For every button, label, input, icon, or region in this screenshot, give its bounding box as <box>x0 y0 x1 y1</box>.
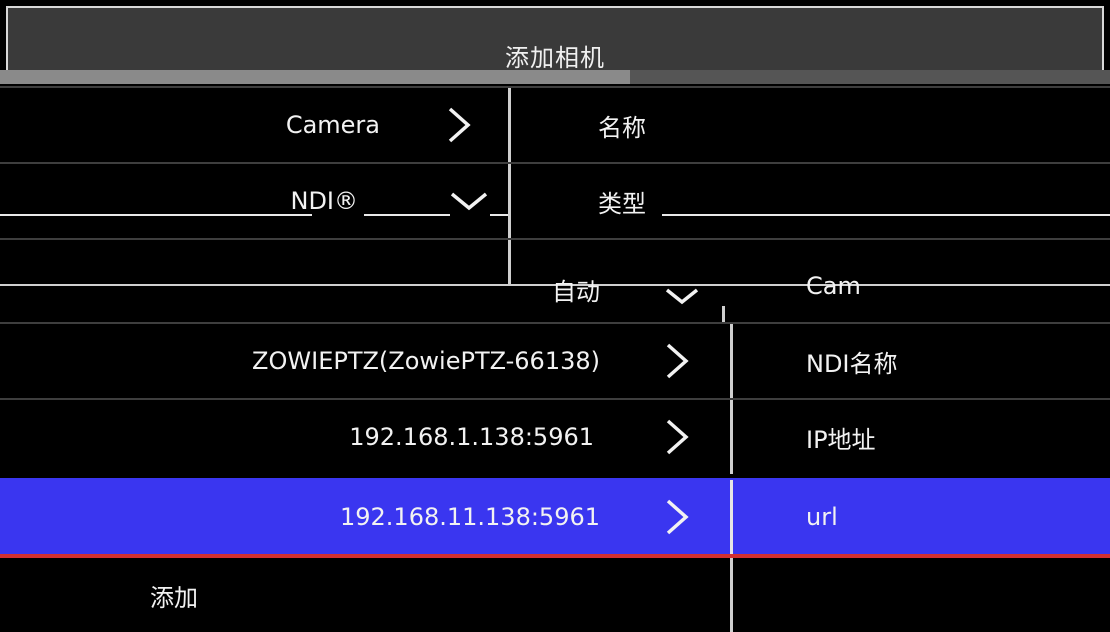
url-label: url <box>806 503 838 531</box>
auto-label: Cam <box>806 272 861 300</box>
column-divider <box>508 164 511 238</box>
ip-value: 192.168.1.138:5961 <box>349 423 594 451</box>
title-bar: 添加相机 <box>6 6 1104 72</box>
row-auto[interactable]: 自动 Cam <box>0 272 1110 344</box>
column-divider <box>508 240 511 286</box>
column-divider <box>730 480 733 554</box>
ip-label: IP地址 <box>806 425 876 454</box>
ndi-name-value: ZOWIEPTZ(ZowiePTZ-66138) <box>252 347 600 375</box>
dialog-title: 添加相机 <box>505 44 605 72</box>
type-value: NDI® <box>290 187 358 215</box>
column-divider <box>730 324 733 398</box>
footer: 添加 <box>0 556 1110 632</box>
chevron-right-icon <box>662 324 692 398</box>
chevron-right-icon <box>662 400 692 474</box>
chevron-right-icon <box>662 480 692 554</box>
title-underline <box>0 70 1110 84</box>
column-divider <box>508 88 511 162</box>
add-button[interactable]: 添加 <box>150 558 198 632</box>
name-value: Camera <box>285 111 380 139</box>
chevron-down-icon <box>664 278 700 316</box>
column-divider <box>730 558 733 632</box>
ndi-name-label: NDI名称 <box>806 349 898 378</box>
type-label: 类型 <box>598 189 646 218</box>
row-url[interactable]: 192.168.11.138:5961 url <box>0 478 1110 556</box>
row-ip[interactable]: 192.168.1.138:5961 IP地址 <box>0 398 1110 474</box>
auto-value: 自动 <box>552 278 600 306</box>
row-ndi-name[interactable]: ZOWIEPTZ(ZowiePTZ-66138) NDI名称 <box>0 322 1110 398</box>
chevron-down-icon <box>448 164 490 238</box>
name-label: 名称 <box>598 113 646 142</box>
column-divider <box>730 400 733 474</box>
row-type[interactable]: NDI® 类型 <box>0 162 1110 238</box>
row-name[interactable]: Camera 名称 <box>0 86 1110 162</box>
url-value: 192.168.11.138:5961 <box>339 503 600 531</box>
add-camera-dialog: 添加相机 Camera 名称 NDI® 类型 自动 Cam ZOWIEPTZ(Z… <box>0 0 1110 632</box>
chevron-right-icon <box>444 88 474 162</box>
